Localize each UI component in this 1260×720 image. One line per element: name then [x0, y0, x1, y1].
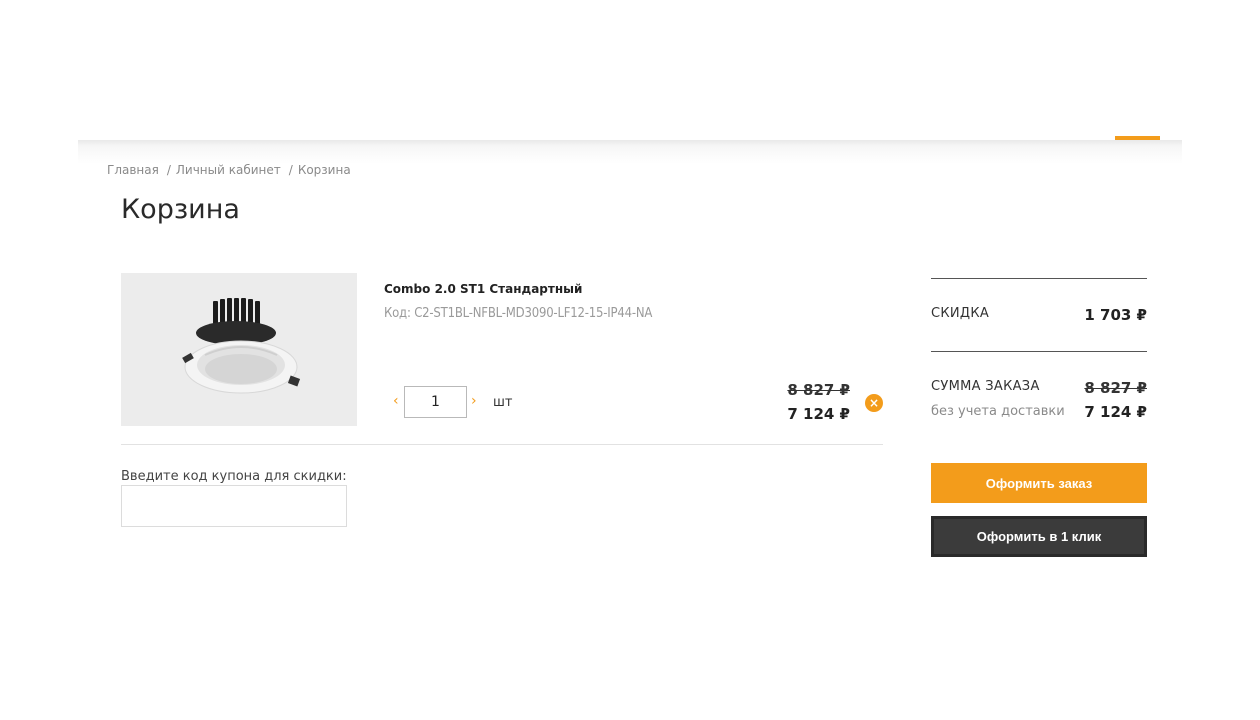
- breadcrumb-home[interactable]: Главная: [107, 163, 159, 177]
- checkout-button[interactable]: Оформить заказ: [931, 463, 1147, 503]
- summary-middle-divider: [931, 351, 1147, 352]
- quantity-unit: шт: [493, 395, 513, 410]
- downlight-product-icon: [182, 297, 301, 393]
- item-new-price: 7 124 ₽: [787, 405, 850, 423]
- product-name[interactable]: Combo 2.0 ST1 Стандартный: [384, 282, 582, 296]
- summary-top-divider: [931, 278, 1147, 279]
- quantity-increase-button[interactable]: ›: [471, 393, 477, 409]
- product-image[interactable]: [121, 273, 357, 426]
- breadcrumb-separator: /: [166, 163, 171, 177]
- item-old-price: 8 827 ₽: [787, 381, 850, 399]
- order-total-note: без учета доставки: [931, 404, 1065, 419]
- order-total-label: СУММА ЗАКАЗА: [931, 379, 1040, 394]
- breadcrumb-current: Корзина: [297, 163, 351, 177]
- coupon-input[interactable]: [121, 485, 347, 527]
- discount-value: 1 703 ₽: [1084, 306, 1147, 324]
- header-shadow: [78, 140, 1182, 164]
- breadcrumb-separator: /: [288, 163, 293, 177]
- one-click-order-button[interactable]: Оформить в 1 клик: [931, 516, 1147, 557]
- breadcrumb: Главная / Личный кабинет / Корзина: [107, 163, 351, 177]
- coupon-label: Введите код купона для скидки:: [121, 469, 347, 484]
- breadcrumb-account[interactable]: Личный кабинет: [176, 163, 281, 177]
- item-divider: [121, 444, 883, 445]
- discount-label: СКИДКА: [931, 306, 990, 321]
- product-code: Код: C2-ST1BL-NFBL-MD3090-LF12-15-IP44-N…: [384, 306, 653, 321]
- quantity-input[interactable]: [404, 386, 467, 418]
- header-accent-bar: [1115, 136, 1160, 140]
- remove-item-icon[interactable]: ×: [865, 394, 883, 412]
- page-title: Корзина: [121, 194, 240, 225]
- order-total-old: 8 827 ₽: [1084, 379, 1147, 397]
- order-total-new: 7 124 ₽: [1084, 403, 1147, 421]
- quantity-decrease-button[interactable]: ‹: [393, 393, 399, 409]
